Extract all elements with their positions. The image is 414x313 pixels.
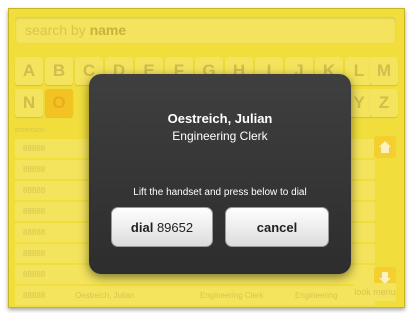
key-N[interactable]: N	[15, 89, 43, 117]
dial-button[interactable]: dial 89652	[111, 207, 213, 247]
search-input[interactable]: search by name	[15, 17, 396, 43]
directory-app: search by name A B C D E F G H I J K L M…	[8, 8, 405, 308]
search-placeholder: search by name	[25, 22, 127, 38]
contact-name: Oestreich, Julian	[167, 111, 273, 126]
key-B[interactable]: B	[45, 57, 73, 85]
key-O-selected[interactable]: O	[45, 89, 73, 117]
list-header: extension	[15, 127, 45, 134]
dial-dialog: Oestreich, Julian Engineering Clerk Lift…	[89, 74, 351, 274]
key-A[interactable]: A	[15, 57, 43, 85]
home-icon	[379, 141, 391, 153]
list-item[interactable]: 88888 Oestreich, Julian Engineering Cler…	[15, 286, 375, 305]
dial-instruction: Lift the handset and press below to dial	[133, 187, 307, 198]
contact-title: Engineering Clerk	[172, 129, 268, 143]
key-M[interactable]: M	[370, 57, 398, 85]
cancel-button[interactable]: cancel	[225, 207, 329, 247]
look-menu-button[interactable]: look menu	[354, 283, 396, 301]
key-Z[interactable]: Z	[370, 89, 398, 117]
scroll-up-button[interactable]	[374, 136, 396, 158]
